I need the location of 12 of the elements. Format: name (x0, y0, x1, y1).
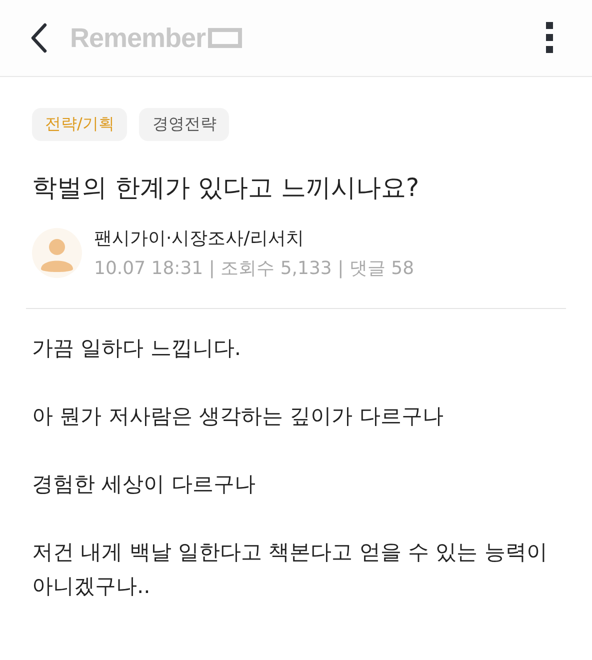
paragraph: 가끔 일하다 느낍니다. (32, 335, 242, 362)
rectangle-icon (208, 28, 242, 48)
more-icon[interactable] (546, 22, 554, 54)
avatar-icon (32, 228, 82, 278)
post-meta: 10.07 18:31 | 조회수 5,133 | 댓글 58 (94, 257, 414, 280)
author-name[interactable]: 팬시가이·시장조사/리서치 (94, 226, 414, 250)
paragraph: 아 뭔가 저사람은 생각하는 깊이가 다르구나 (32, 403, 444, 430)
paragraph: 저건 내게 백날 일한다고 책본다고 얻을 수 있는 능력이 아니겠구나.. (32, 539, 548, 600)
paragraph: 경험한 세상이 다르구나 (32, 471, 256, 498)
post-title: 학벌의 한계가 있다고 느끼시나요? (31, 172, 420, 204)
back-icon[interactable] (30, 23, 48, 53)
category-tag[interactable]: 경영전략 (139, 108, 230, 141)
